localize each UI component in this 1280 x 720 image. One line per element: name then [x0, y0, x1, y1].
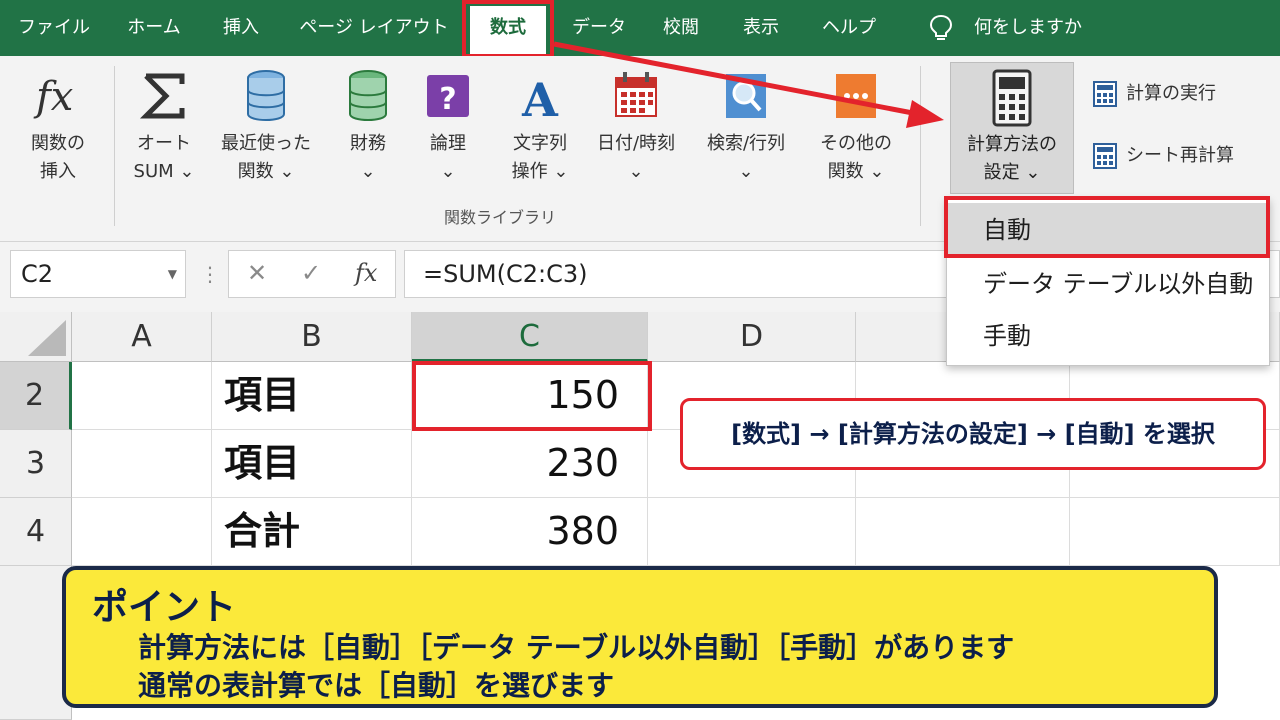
tab-review[interactable]: 校閲 [652, 0, 710, 56]
ribbon-separator [920, 66, 921, 226]
lookup-reference-label: 検索/行列 ⌄ [706, 133, 786, 182]
calculator-icon [992, 69, 1032, 127]
question-mark-icon: ? [427, 75, 469, 117]
name-box-value: C2 [21, 260, 54, 288]
financial-button[interactable]: 財務 ⌄ [336, 66, 400, 186]
formula-buttons: ✕ ✓ fx [228, 250, 396, 298]
point-line-2: 通常の表計算では［自動］を選びます [138, 669, 615, 702]
cell-c3[interactable]: 230 [412, 430, 648, 498]
calendar-icon [615, 72, 657, 117]
magnifier-icon [726, 74, 766, 118]
text-functions-button[interactable]: A 文字列 操作 ⌄ [500, 66, 580, 186]
row-header-3[interactable]: 3 [0, 430, 72, 498]
calculation-options-button[interactable]: 計算方法の 設定 ⌄ [950, 62, 1074, 194]
column-header-a[interactable]: A [72, 312, 212, 362]
cell-b4[interactable]: 合計 [212, 498, 412, 566]
cell-a2[interactable] [72, 362, 212, 430]
cell-b3[interactable]: 項目 [212, 430, 412, 498]
finance-database-icon [349, 70, 387, 121]
column-header-b[interactable]: B [212, 312, 412, 362]
cell-d4[interactable] [648, 498, 856, 566]
more-functions-button[interactable]: その他の 関数 ⌄ [812, 66, 900, 186]
point-box: ポイント 計算方法には［自動］［データ テーブル以外自動］［手動］があります 通… [62, 566, 1218, 708]
lightbulb-icon [929, 14, 953, 40]
small-calculator-icon [1093, 81, 1117, 107]
name-box[interactable]: C2 ▼ [10, 250, 186, 298]
text-functions-label: 文字列 操作 ⌄ [511, 133, 569, 182]
chevron-down-icon[interactable]: ▼ [168, 251, 177, 297]
calculate-now-button[interactable]: 計算の実行 [1092, 78, 1216, 110]
more-functions-label: その他の 関数 ⌄ [820, 133, 892, 182]
tab-page-layout[interactable]: ページ レイアウト [296, 0, 452, 56]
lookup-reference-button[interactable]: 検索/行列 ⌄ [696, 66, 796, 186]
autosum-button[interactable]: オート SUM ⌄ [126, 66, 202, 186]
logical-button[interactable]: ? 論理 ⌄ [418, 66, 478, 186]
financial-label: 財務 ⌄ [350, 133, 386, 182]
menu-item-automatic-except-tables[interactable]: データ テーブル以外自動 [947, 257, 1269, 311]
letter-a-icon: A [521, 73, 559, 126]
cell-c4[interactable]: 380 [412, 498, 648, 566]
calculate-sheet-button[interactable]: シート再計算 [1092, 140, 1234, 172]
menu-bar: ファイル ホーム 挿入 ページ レイアウト 数式 データ 校閲 表示 ヘルプ 何… [0, 0, 1280, 56]
column-header-c[interactable]: C [412, 312, 648, 362]
tab-home[interactable]: ホーム [116, 0, 192, 56]
drag-handle-icon[interactable]: ⋮ [200, 262, 220, 286]
point-title: ポイント [92, 587, 237, 628]
date-time-label: 日付/時刻 ⌄ [596, 133, 676, 182]
cell-a3[interactable] [72, 430, 212, 498]
recently-used-label: 最近使った 関数 ⌄ [221, 133, 311, 182]
tell-me-search[interactable]: 何をしますか [974, 0, 1082, 56]
point-line-1: 計算方法には［自動］［データ テーブル以外自動］［手動］があります [138, 631, 1015, 664]
date-time-button[interactable]: 日付/時刻 ⌄ [590, 66, 682, 186]
calculate-now-label: 計算の実行 [1126, 83, 1216, 104]
active-cell-highlight [412, 361, 652, 431]
tab-file[interactable]: ファイル [14, 0, 94, 56]
sigma-icon [139, 73, 185, 119]
calculate-sheet-label: シート再計算 [1126, 145, 1234, 166]
row-header-2[interactable]: 2 [0, 362, 72, 430]
menu-item-automatic[interactable]: 自動 [947, 203, 1269, 257]
svg-text:A: A [521, 73, 559, 126]
tab-help[interactable]: ヘルプ [814, 0, 884, 56]
svg-text:?: ? [439, 82, 456, 117]
enter-check-icon[interactable]: ✓ [301, 259, 321, 287]
menu-item-manual[interactable]: 手動 [947, 309, 1269, 363]
fx-icon[interactable]: fx [355, 259, 377, 287]
small-calculator-icon [1093, 143, 1117, 169]
more-functions-icon [836, 74, 876, 118]
tab-view[interactable]: 表示 [732, 0, 790, 56]
insert-function-label: 関数の 挿入 [31, 133, 85, 182]
cell-f4[interactable] [1070, 498, 1280, 566]
select-all-triangle-icon [28, 320, 66, 356]
logical-label: 論理 ⌄ [430, 133, 466, 182]
instruction-callout: [数式] → [計算方法の設定] → [自動] を選択 [680, 398, 1266, 470]
insert-function-button[interactable]: fx 関数の 挿入 [18, 66, 98, 186]
cell-e4[interactable] [856, 498, 1070, 566]
calculation-options-label: 計算方法の 設定 ⌄ [967, 134, 1057, 183]
svg-text:fx: fx [33, 74, 73, 120]
cell-b2[interactable]: 項目 [212, 362, 412, 430]
ribbon-separator [114, 66, 115, 226]
formulas-tab-highlight [462, 0, 554, 58]
column-header-d[interactable]: D [648, 312, 856, 362]
recently-used-button[interactable]: 最近使った 関数 ⌄ [214, 66, 318, 186]
database-icon [247, 70, 285, 121]
autosum-label: オート SUM ⌄ [133, 133, 195, 182]
cell-a4[interactable] [72, 498, 212, 566]
fx-icon: fx [33, 74, 73, 120]
row-header-4[interactable]: 4 [0, 498, 72, 566]
select-all-corner[interactable] [0, 312, 72, 362]
calculation-options-menu: 自動 データ テーブル以外自動 手動 [946, 198, 1270, 366]
function-library-group-label: 関数ライブラリ [443, 208, 556, 227]
cancel-icon[interactable]: ✕ [247, 259, 267, 287]
tab-insert[interactable]: 挿入 [210, 0, 272, 56]
tab-data[interactable]: データ [566, 0, 632, 56]
